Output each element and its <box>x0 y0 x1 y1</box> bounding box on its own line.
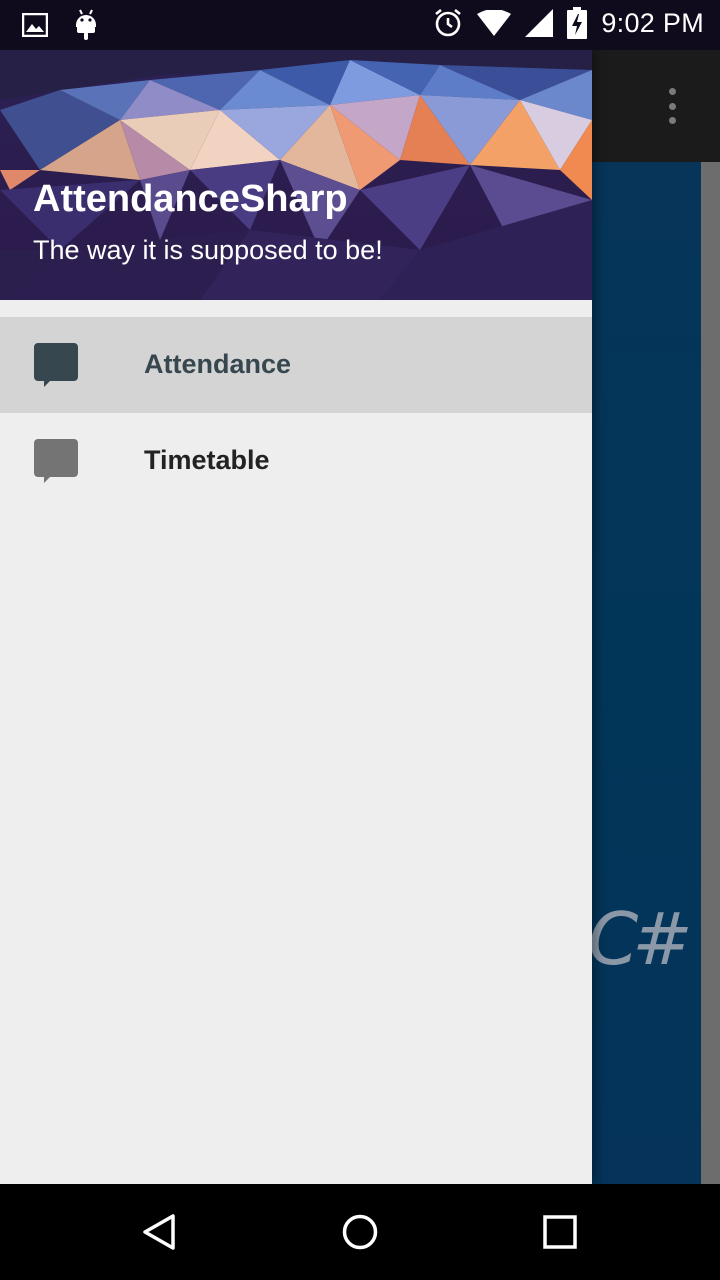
alarm-icon <box>435 8 462 37</box>
navigation-drawer: AttendanceSharp The way it is supposed t… <box>0 50 592 1184</box>
back-icon[interactable] <box>140 1212 180 1252</box>
wifi-icon <box>477 10 512 36</box>
menu-item-label: Attendance <box>144 349 292 379</box>
chat-bubble-icon <box>34 343 78 387</box>
drawer-header: AttendanceSharp The way it is supposed t… <box>0 50 592 300</box>
drawer-title: AttendanceSharp <box>33 178 348 220</box>
clock: 9:02 PM <box>601 7 704 38</box>
signal-icon <box>525 9 554 37</box>
background-logo: C# <box>588 897 693 981</box>
system-nav-bar <box>0 1184 720 1280</box>
menu-item-attendance[interactable]: Attendance <box>0 317 592 413</box>
scrollbar[interactable] <box>701 162 720 1184</box>
overflow-menu-icon[interactable] <box>660 88 684 124</box>
recents-icon[interactable] <box>540 1212 580 1252</box>
menu-item-label: Timetable <box>144 445 270 475</box>
image-icon <box>22 13 48 37</box>
battery-charging-icon <box>567 7 588 39</box>
drawer-subtitle: The way it is supposed to be! <box>33 235 383 265</box>
chat-bubble-icon <box>34 439 78 483</box>
android-icon <box>76 9 96 40</box>
menu-item-timetable[interactable]: Timetable <box>0 413 592 509</box>
home-icon[interactable] <box>340 1212 380 1252</box>
status-bar: 9:02 PM <box>0 0 720 50</box>
drawer-menu: Attendance Timetable <box>0 317 592 509</box>
